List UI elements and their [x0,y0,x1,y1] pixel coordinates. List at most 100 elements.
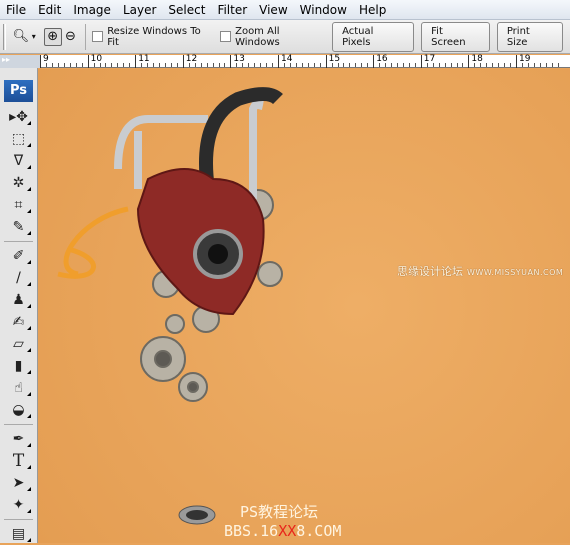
ruler-minor-tick [45,63,47,67]
pen-tool-icon[interactable]: ✒ [0,428,37,450]
ruler-minor-tick [551,63,553,67]
ruler-minor-tick [521,63,523,67]
actual-pixels-button[interactable]: Actual Pixels [332,21,415,52]
ruler-minor-tick [218,63,220,67]
document-canvas[interactable] [38,69,570,543]
ruler-minor-tick [63,63,65,67]
zoom-all-windows-checkbox[interactable]: Zoom All Windows [220,26,326,48]
eraser-tool-icon[interactable]: ▱ [0,333,37,355]
ruler-tick: 18 [468,54,483,68]
menu-image[interactable]: Image [67,3,117,17]
ruler-minor-tick [355,63,357,67]
ruler-minor-tick [438,63,440,67]
menu-window[interactable]: Window [294,3,353,17]
menu-view[interactable]: View [253,3,293,17]
ruler-minor-tick [283,63,285,67]
custom-shape-tool-icon[interactable]: ✦ [0,494,37,516]
menu-edit[interactable]: Edit [32,3,67,17]
ruler-minor-tick [200,63,202,67]
options-bar: 🔍︎ ▾ ⊕ ⊖ Resize Windows To Fit Zoom All … [0,20,570,54]
fit-screen-button[interactable]: Fit Screen [421,21,490,52]
move-tool-icon[interactable]: ▸✥ [0,106,37,128]
ruler-minor-tick [462,63,464,67]
divider [4,424,33,425]
dodge-tool-icon[interactable]: ◒ [0,399,37,421]
type-tool-icon[interactable]: T [0,450,37,472]
grip [3,23,6,50]
ruler-minor-tick [248,63,250,67]
ruler-minor-tick [337,63,339,67]
ruler-minor-tick [397,63,398,67]
menu-filter[interactable]: Filter [211,3,253,17]
clone-stamp-tool-icon[interactable]: ♟ [0,289,37,311]
ruler-minor-tick [123,63,125,67]
ruler-minor-tick [331,63,333,67]
watermark-bbs-url: BBS.16XX8.COM [224,522,342,540]
brush-tool-icon[interactable]: / [0,267,37,289]
menu-file[interactable]: File [0,3,32,17]
healing-brush-tool-icon[interactable]: ✐ [0,245,37,267]
panel-collapse-icon[interactable]: ▸▸ [0,55,40,68]
slice-tool-icon[interactable]: ✎ [0,216,37,238]
ruler-minor-tick [289,63,291,67]
ruler-minor-tick [498,63,500,67]
path-selection-tool-icon[interactable]: ➤ [0,472,37,494]
ruler-minor-tick [147,63,149,67]
ruler-minor-tick [81,63,83,67]
zoom-tool-icon[interactable]: 🔍︎ [12,28,30,46]
lasso-tool-icon[interactable]: ᐁ [0,150,37,172]
ruler-minor-tick [343,63,345,67]
checkbox-icon[interactable] [92,31,104,42]
menu-select[interactable]: Select [162,3,211,17]
ruler-tick: 13 [230,54,245,68]
blur-tool-icon[interactable]: ☝ [0,377,37,399]
ruler-minor-tick [212,63,214,67]
crop-tool-icon[interactable]: ⌗ [0,194,37,216]
magic-wand-tool-icon[interactable]: ✲ [0,172,37,194]
zoom-in-icon[interactable]: ⊕ [43,27,62,46]
ruler-minor-tick [266,63,268,67]
ruler-minor-tick [57,63,59,67]
ruler-tick: 19 [516,54,530,68]
ruler-minor-tick [313,63,315,67]
ruler-minor-tick [224,63,226,67]
ruler-minor-tick [367,63,369,67]
tool-preset-dropdown[interactable]: ▾ [32,32,36,41]
ruler-minor-tick [510,63,512,67]
marquee-tool-icon[interactable]: ⬚ [0,128,37,150]
history-brush-tool-icon[interactable]: ✍ [0,311,37,333]
ruler-minor-tick [557,63,559,67]
checkbox-icon[interactable] [220,31,232,42]
ruler-minor-tick [295,63,297,67]
ruler-minor-tick [533,63,535,67]
ruler-minor-tick [408,63,410,67]
notes-tool-icon[interactable]: ▤ [0,523,37,545]
horizontal-ruler: ▸▸ 9 10 11 12 13 14 15 16 17 18 19 [0,54,570,68]
menu-help[interactable]: Help [353,3,392,17]
ruler-minor-tick [51,63,53,67]
ruler-minor-tick [176,63,178,67]
ruler-minor-tick [254,63,256,67]
spring [57,206,129,279]
gradient-tool-icon[interactable]: ▮ [0,355,37,377]
ruler-tick: 17 [420,54,435,68]
ps-logo[interactable]: Ps [4,80,33,102]
resize-windows-checkbox[interactable]: Resize Windows To Fit [92,26,214,48]
ruler-tick: 14 [278,54,292,68]
ruler-minor-tick [474,63,476,67]
ruler-minor-tick [301,63,303,67]
drain-icon [178,505,216,525]
hose [199,87,283,190]
ruler-minor-tick [480,63,482,67]
ruler-minor-tick [153,63,155,67]
ruler-minor-tick [159,63,160,67]
ruler-minor-tick [260,63,262,67]
ruler-minor-tick [361,63,363,67]
menu-layer[interactable]: Layer [117,3,162,17]
zoom-out-icon[interactable]: ⊖ [62,28,80,46]
ruler-tick: 9 [40,54,49,68]
print-size-button[interactable]: Print Size [496,21,563,52]
ruler-minor-tick [545,63,547,67]
ruler-minor-tick [391,63,393,67]
ruler-minor-tick [206,63,208,67]
